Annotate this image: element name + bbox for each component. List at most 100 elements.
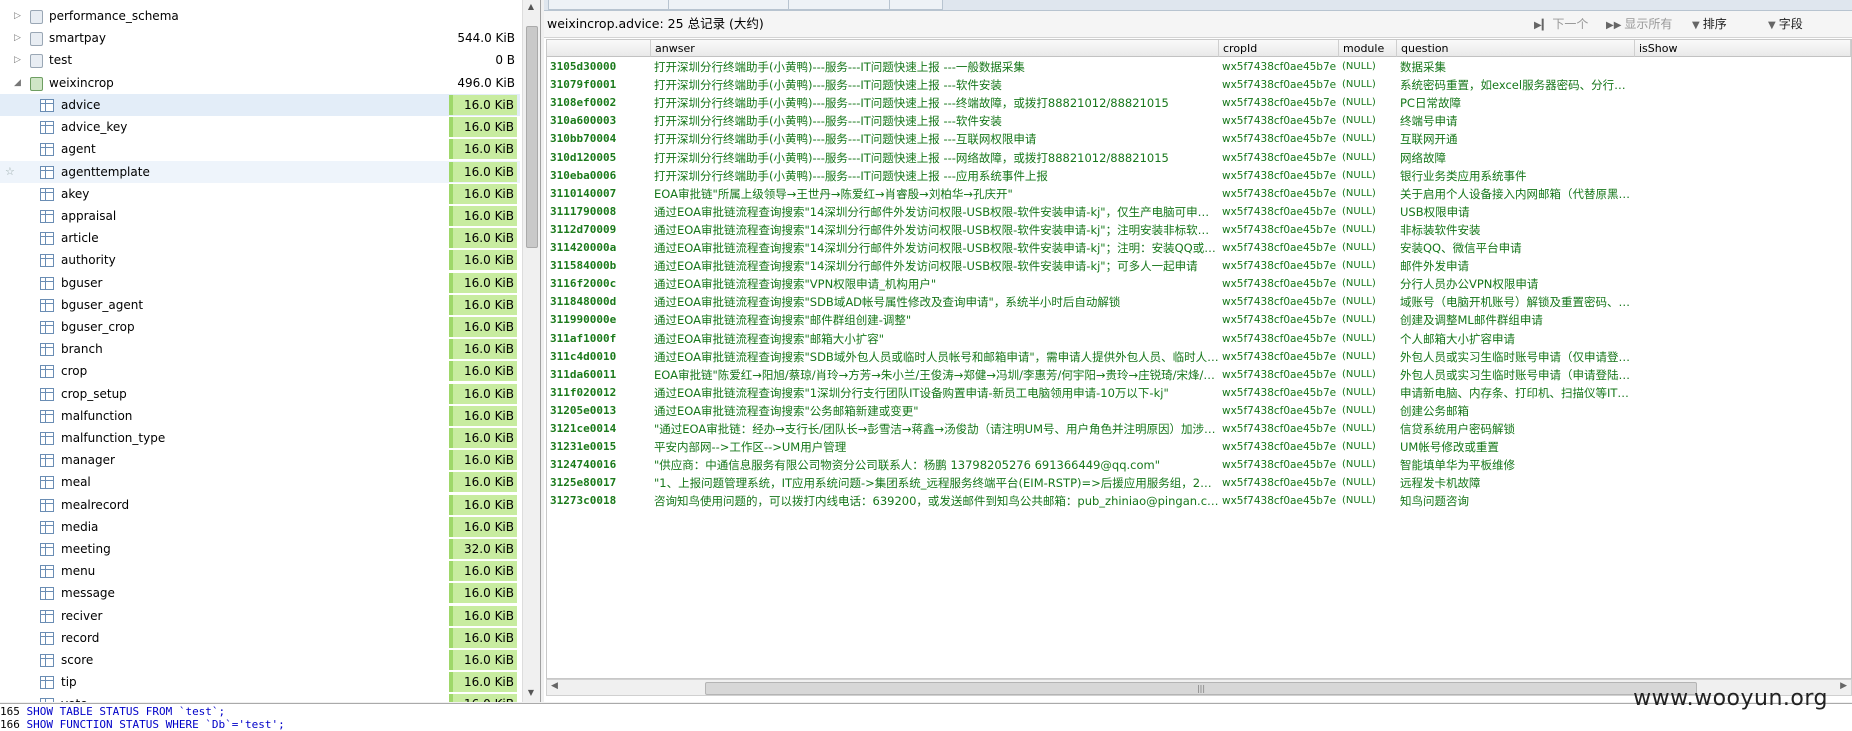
tree-table-advice[interactable]: advice 16.0 KiB	[0, 94, 520, 116]
cell-question[interactable]: 终端号申请	[1397, 112, 1635, 130]
cell-module[interactable]: (NULL)	[1339, 348, 1397, 366]
tree-table-reciver[interactable]: reciver 16.0 KiB	[0, 605, 520, 627]
cell-module[interactable]: (NULL)	[1339, 76, 1397, 94]
cell-question[interactable]: 申请新电脑、内存条、打印机、扫描仪等IT设备	[1397, 384, 1635, 402]
table-row[interactable]: 311420000a 通过EOA审批链流程查询搜索"14深圳分行邮件外发访问权限-…	[547, 239, 1851, 257]
tree-table-manager[interactable]: manager 16.0 KiB	[0, 449, 520, 471]
cell-module[interactable]: (NULL)	[1339, 293, 1397, 311]
column-header-anwser[interactable]: anwser	[651, 40, 1219, 57]
cell-module[interactable]: (NULL)	[1339, 330, 1397, 348]
tree-table-meal[interactable]: meal 16.0 KiB	[0, 471, 520, 493]
cell-question[interactable]: 关于启用个人设备接入内网邮箱（代替原黑莓手...	[1397, 185, 1635, 203]
tree-table-malfunction_type[interactable]: malfunction_type 16.0 KiB	[0, 427, 520, 449]
tree-table-media[interactable]: media 16.0 KiB	[0, 516, 520, 538]
table-row[interactable]: 311af1000f 通过EOA审批链流程查询搜索"邮箱大小扩容" wx5f7438…	[547, 330, 1851, 348]
cell-anwser[interactable]: EOA审批链"所属上级领导→王世丹→陈爱红→肖睿殷→刘柏华→孔庆开"	[651, 185, 1219, 203]
cell-module[interactable]: (NULL)	[1339, 149, 1397, 167]
cell-key[interactable]: 311c4d0010	[547, 348, 651, 366]
tree-table-article[interactable]: article 16.0 KiB	[0, 227, 520, 249]
expand-right-icon[interactable]: ▷	[14, 49, 24, 71]
cell-question[interactable]: 分行人员办公VPN权限申请	[1397, 275, 1635, 293]
cell-anwser[interactable]: 打开深圳分行终端助手(小黄鸭)---服务---IT问题快速上报 ---网络故障，…	[651, 149, 1219, 167]
cell-key[interactable]: 3125e80017	[547, 474, 651, 492]
cell-module[interactable]: (NULL)	[1339, 185, 1397, 203]
cell-question[interactable]: 安装QQ、微信平台申请	[1397, 239, 1635, 257]
table-row[interactable]: 3105d30000 打开深圳分行终端助手(小黄鸭)---服务---IT问题快速上…	[547, 58, 1851, 76]
column-header-question[interactable]: question	[1397, 40, 1635, 57]
cell-anwser[interactable]: 通过EOA审批链流程查询搜索"14深圳分行邮件外发访问权限-USB权限-软件安装…	[651, 203, 1219, 221]
scroll-right-icon[interactable]: ▶	[1840, 681, 1847, 691]
cell-key[interactable]: 31231e0015	[547, 438, 651, 456]
cell-cropid[interactable]: wx5f7438cf0ae45b7e	[1219, 76, 1339, 94]
cell-module[interactable]: (NULL)	[1339, 257, 1397, 275]
cell-question[interactable]: 创建及调整ML邮件群组申请	[1397, 311, 1635, 329]
cell-module[interactable]: (NULL)	[1339, 402, 1397, 420]
cell-module[interactable]: (NULL)	[1339, 239, 1397, 257]
cell-question[interactable]: 外包人员或实习生临时账号申请（仅申请登陆电...	[1397, 348, 1635, 366]
cell-key[interactable]: 311af1000f	[547, 330, 651, 348]
cell-anwser[interactable]: 平安内部网-->工作区-->UM用户管理	[651, 438, 1219, 456]
tree-table-bguser_agent[interactable]: bguser_agent 16.0 KiB	[0, 294, 520, 316]
cell-anwser[interactable]: 通过EOA审批链流程查询搜索"邮件群组创建-调整"	[651, 311, 1219, 329]
cell-cropid[interactable]: wx5f7438cf0ae45b7e	[1219, 221, 1339, 239]
table-row[interactable]: 311da60011 EOA审批链"陈爱红→阳旭/蔡琼/肖玲→方芳→朱小兰/王俊涛…	[547, 366, 1851, 384]
tree-table-meeting[interactable]: meeting 32.0 KiB	[0, 538, 520, 560]
cell-question[interactable]: 域账号（电脑开机账号）解锁及重置密码、邮箱...	[1397, 293, 1635, 311]
cell-module[interactable]: (NULL)	[1339, 203, 1397, 221]
cell-module[interactable]: (NULL)	[1339, 366, 1397, 384]
cell-anwser[interactable]: 咨询知鸟使用问题的，可以拨打内线电话：639200，或发送邮件到知鸟公共邮箱：p…	[651, 492, 1219, 510]
cell-key[interactable]: 311420000a	[547, 239, 651, 257]
expand-right-icon[interactable]: ▷	[14, 5, 24, 27]
column-header-cropid[interactable]: cropId	[1219, 40, 1339, 57]
column-header-isshow[interactable]: isShow	[1635, 40, 1851, 57]
cell-question[interactable]: 个人邮箱大小扩容申请	[1397, 330, 1635, 348]
cell-key[interactable]: 31079f0001	[547, 76, 651, 94]
table-row[interactable]: 3124740016 "供应商：中通信息服务有限公司物资分公司联系人：杨鹏 137…	[547, 456, 1851, 474]
cell-cropid[interactable]: wx5f7438cf0ae45b7e	[1219, 257, 1339, 275]
cell-anwser[interactable]: "1、上报问题管理系统，IT应用系统问题->集团系统_远程服务终端平台(EIM-…	[651, 474, 1219, 492]
cell-module[interactable]: (NULL)	[1339, 130, 1397, 148]
cell-anwser[interactable]: 打开深圳分行终端助手(小黄鸭)---服务---IT问题快速上报 ---互联网权限…	[651, 130, 1219, 148]
table-row[interactable]: 3121ce0014 "通过EOA审批链：经办→支行长/团队长→彭雪洁→蒋鑫→汤俊…	[547, 420, 1851, 438]
expand-right-icon[interactable]: ▷	[14, 27, 24, 49]
cell-anwser[interactable]: 打开深圳分行终端助手(小黄鸭)---服务---IT问题快速上报 ---终端故障，…	[651, 94, 1219, 112]
cell-cropid[interactable]: wx5f7438cf0ae45b7e	[1219, 149, 1339, 167]
cell-module[interactable]: (NULL)	[1339, 275, 1397, 293]
cell-module[interactable]: (NULL)	[1339, 167, 1397, 185]
cell-question[interactable]: 知鸟问题咨询	[1397, 492, 1635, 510]
cell-question[interactable]: 银行业务类应用系统事件	[1397, 167, 1635, 185]
cell-question[interactable]: 智能填单华为平板维修	[1397, 456, 1635, 474]
scroll-up-icon[interactable]: ▲	[526, 2, 536, 11]
tree-table-appraisal[interactable]: appraisal 16.0 KiB	[0, 205, 520, 227]
cell-cropid[interactable]: wx5f7438cf0ae45b7e	[1219, 402, 1339, 420]
next-button[interactable]: ▶▎ 下一个	[1534, 11, 1588, 39]
cell-cropid[interactable]: wx5f7438cf0ae45b7e	[1219, 492, 1339, 510]
tree-scrollbar[interactable]: ▲ ▼	[522, 0, 540, 702]
cell-cropid[interactable]: wx5f7438cf0ae45b7e	[1219, 366, 1339, 384]
cell-question[interactable]: 系统密码重置，如excel服务器密码、分行报表平...	[1397, 76, 1635, 94]
cell-cropid[interactable]: wx5f7438cf0ae45b7e	[1219, 420, 1339, 438]
tab-host[interactable]	[668, 0, 792, 10]
scrollbar-thumb[interactable]	[526, 26, 538, 248]
cell-module[interactable]: (NULL)	[1339, 58, 1397, 76]
cell-cropid[interactable]: wx5f7438cf0ae45b7e	[1219, 112, 1339, 130]
cell-anwser[interactable]: 通过EOA审批链流程查询搜索"14深圳分行邮件外发访问权限-USB权限-软件安装…	[651, 221, 1219, 239]
tree-table-vote[interactable]: vote 16.0 KiB	[0, 693, 520, 702]
cell-cropid[interactable]: wx5f7438cf0ae45b7e	[1219, 130, 1339, 148]
cell-anwser[interactable]: 通过EOA审批链流程查询搜索"公务邮箱新建或变更"	[651, 402, 1219, 420]
cell-question[interactable]: 互联网开通	[1397, 130, 1635, 148]
table-row[interactable]: 31273c0018 咨询知鸟使用问题的，可以拨打内线电话：639200，或发送邮…	[547, 492, 1851, 510]
tree-table-akey[interactable]: akey 16.0 KiB	[0, 183, 520, 205]
tree-database-weixincrop[interactable]: ◢ weixincrop 496.0 KiB	[0, 72, 520, 94]
cell-key[interactable]: 311da60011	[547, 366, 651, 384]
table-row[interactable]: 311f020012 通过EOA审批链流程查询搜索"1深圳分行支行团队IT设备购置…	[547, 384, 1851, 402]
star-icon[interactable]: ☆	[5, 161, 15, 183]
cell-key[interactable]: 310bb70004	[547, 130, 651, 148]
cell-anwser[interactable]: 通过EOA审批链流程查询搜索"1深圳分行支行团队IT设备购置申请-新员工电脑领用…	[651, 384, 1219, 402]
tree-table-tip[interactable]: tip 16.0 KiB	[0, 671, 520, 693]
data-grid[interactable]: anwser cropId module question isShow 310…	[546, 39, 1852, 679]
table-row[interactable]: 310a600003 打开深圳分行终端助手(小黄鸭)---服务---IT问题快速上…	[547, 112, 1851, 130]
cell-key[interactable]: 3112d70009	[547, 221, 651, 239]
cell-key[interactable]: 31273c0018	[547, 492, 651, 510]
cell-key[interactable]: 310a600003	[547, 112, 651, 130]
